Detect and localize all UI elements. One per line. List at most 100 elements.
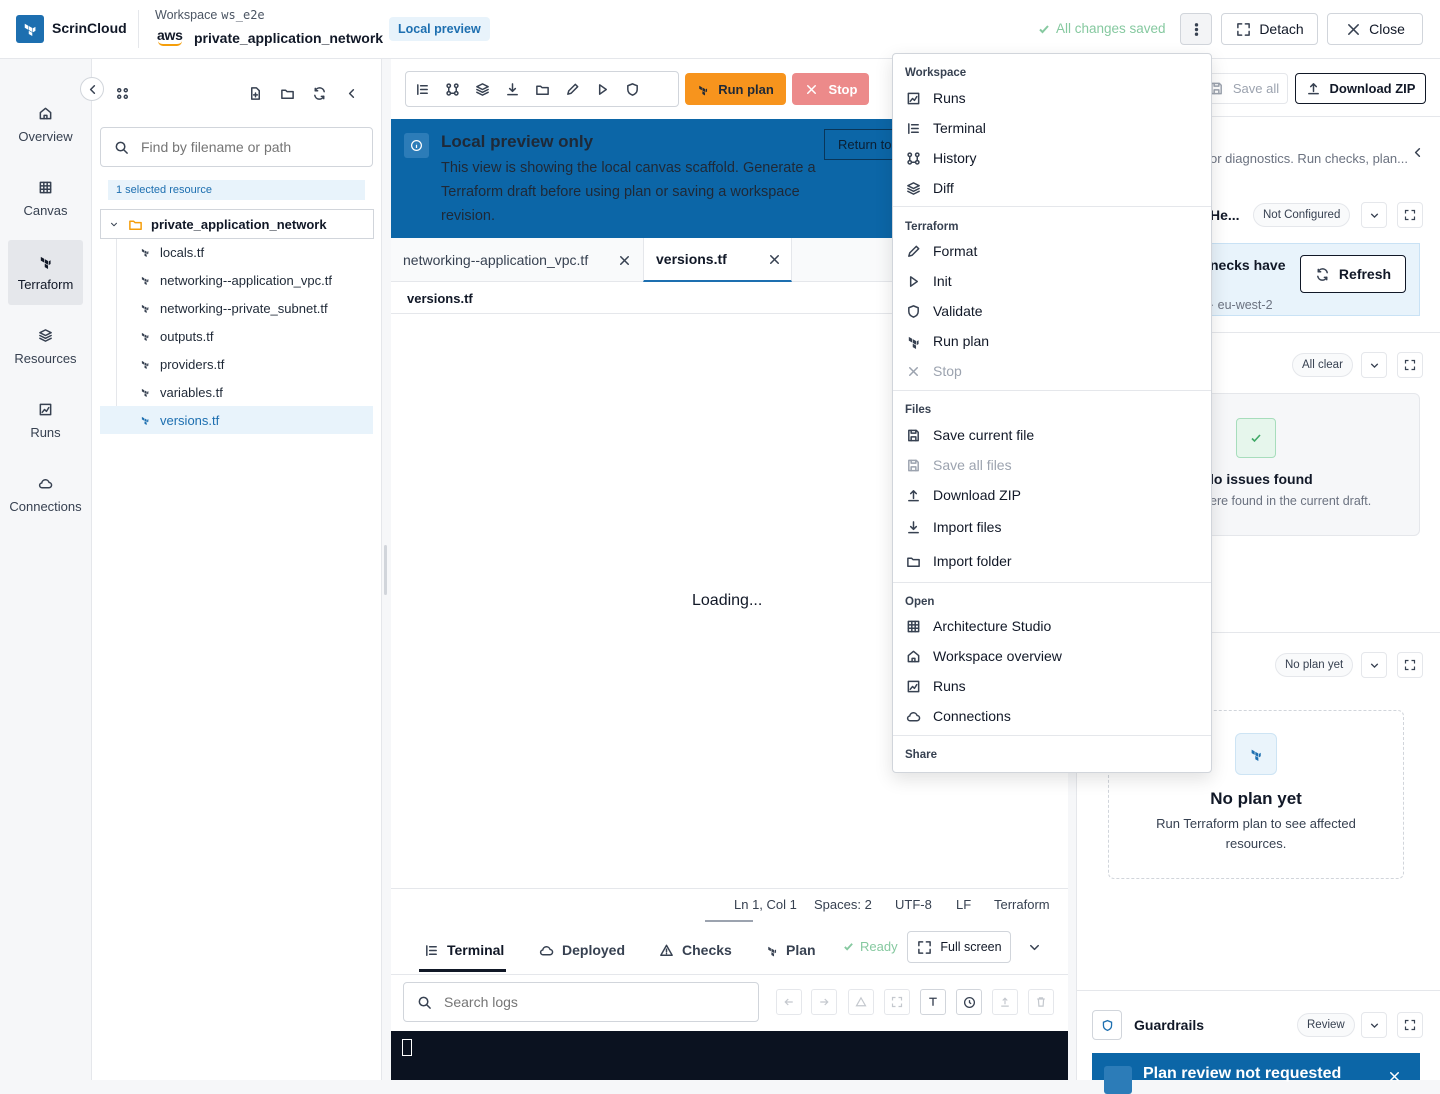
refresh-button[interactable]: Refresh (1300, 255, 1406, 293)
file-search-field[interactable] (100, 127, 373, 167)
menu-item-run-plan[interactable]: Run plan (905, 327, 1205, 355)
tab-networking-application-vpc[interactable]: networking--application_vpc.tf (391, 238, 643, 282)
menu-item-init[interactable]: Init (905, 267, 1205, 295)
download-zip-button[interactable]: Download ZIP (1295, 73, 1426, 104)
menu-item-import-files[interactable]: Import files (905, 513, 1205, 541)
new-folder-icon[interactable] (279, 85, 295, 101)
file-search-input[interactable] (141, 139, 341, 155)
file-item[interactable]: variables.tf (140, 378, 223, 406)
refresh-icon[interactable] (311, 85, 327, 101)
folder-icon[interactable] (534, 81, 550, 97)
file-item[interactable]: networking--application_vpc.tf (140, 266, 332, 294)
nav-item-terraform[interactable]: Terraform (8, 240, 83, 305)
panel-resize-handle[interactable] (384, 545, 387, 595)
trash-icon[interactable] (1028, 989, 1054, 1015)
nav-item-canvas[interactable]: Canvas (8, 166, 83, 231)
close-button[interactable]: Close (1327, 13, 1423, 45)
nav-item-overview[interactable]: Overview (8, 92, 83, 157)
close-icon[interactable] (616, 252, 632, 268)
menu-item-connections[interactable]: Connections (905, 702, 1205, 730)
file-name: outputs.tf (160, 328, 214, 344)
chevron-down-icon[interactable] (1361, 202, 1387, 228)
terminal-icon[interactable] (414, 81, 430, 97)
file-item[interactable]: networking--private_subnet.tf (140, 294, 328, 322)
arrow-left-icon[interactable] (776, 989, 802, 1015)
menu-item-architecture-studio[interactable]: Architecture Studio (905, 612, 1205, 640)
collapse-nav-button[interactable] (80, 77, 104, 101)
chevron-down-icon[interactable] (1361, 1012, 1387, 1038)
file-item[interactable]: outputs.tf (140, 322, 213, 350)
detach-button[interactable]: Detach (1221, 13, 1318, 45)
menu-item-runs[interactable]: Runs (905, 672, 1205, 700)
menu-item-download-zip[interactable]: Download ZIP (905, 481, 1205, 509)
apps-icon[interactable] (114, 85, 130, 101)
save-all-button[interactable]: Save all (1200, 73, 1288, 104)
tree-root-folder[interactable]: private_application_network (100, 209, 374, 239)
tab-checks[interactable]: Checks (658, 942, 732, 958)
expand-icon[interactable] (1397, 352, 1423, 378)
close-icon[interactable] (1386, 1068, 1402, 1084)
chevron-left-icon[interactable] (1409, 144, 1425, 160)
menu-item-runs[interactable]: Runs (905, 84, 1205, 112)
play-icon[interactable] (594, 81, 610, 97)
expand-icon[interactable] (1397, 1012, 1423, 1038)
no-plan-subtitle: Run Terraform plan to see affected resou… (1156, 816, 1356, 851)
file-item[interactable]: locals.tf (140, 238, 204, 266)
expand-icon[interactable] (1397, 652, 1423, 678)
new-file-icon[interactable] (247, 85, 263, 101)
layers-icon (905, 180, 921, 196)
tab-terminal[interactable]: Terminal (423, 942, 504, 958)
download-icon[interactable] (504, 81, 520, 97)
layers-icon[interactable] (474, 81, 490, 97)
indent-setting[interactable]: Spaces: 2 (814, 897, 872, 912)
tab-label: Terminal (447, 942, 505, 958)
log-search-field[interactable] (403, 982, 759, 1022)
nav-item-runs[interactable]: Runs (8, 388, 83, 453)
menu-item-diff[interactable]: Diff (905, 174, 1205, 202)
line-ending[interactable]: LF (956, 897, 971, 912)
terminal-output[interactable] (391, 1031, 1068, 1080)
nav-item-resources[interactable]: Resources (8, 314, 83, 379)
nav-item-connections[interactable]: Connections (8, 462, 83, 527)
language-mode[interactable]: Terraform (994, 897, 1050, 912)
pen-icon[interactable] (564, 81, 580, 97)
menu-item-save-current-file[interactable]: Save current file (905, 421, 1205, 449)
chevron-down-icon[interactable] (1026, 939, 1042, 955)
menu-item-import-folder[interactable]: Import folder (905, 547, 1205, 575)
chevron-down-icon[interactable] (1361, 352, 1387, 378)
menu-item-validate[interactable]: Validate (905, 297, 1205, 325)
text-wrap-icon[interactable] (920, 989, 946, 1015)
clock-icon[interactable] (956, 989, 982, 1015)
expand-icon[interactable] (884, 989, 910, 1015)
tab-versions[interactable]: versions.tf (643, 238, 792, 282)
menu-item-terminal[interactable]: Terminal (905, 114, 1205, 142)
chevron-down-icon[interactable] (1361, 652, 1387, 678)
arrow-right-icon[interactable] (811, 989, 837, 1015)
close-icon[interactable] (766, 251, 782, 267)
full-screen-button[interactable]: Full screen (907, 931, 1011, 963)
tab-deployed[interactable]: Deployed (538, 942, 625, 958)
collapse-panel-icon[interactable] (343, 85, 359, 101)
shield-icon[interactable] (624, 81, 640, 97)
menu-item-save-all-files[interactable]: Save all files (905, 451, 1205, 479)
file-item[interactable]: versions.tf (100, 406, 373, 434)
log-search-input[interactable] (444, 994, 724, 1010)
menu-item-format[interactable]: Format (905, 237, 1205, 265)
file-item[interactable]: providers.tf (140, 350, 224, 378)
save-status: All changes saved (1038, 21, 1166, 36)
menu-item-workspace-overview[interactable]: Workspace overview (905, 642, 1205, 670)
run-plan-button[interactable]: Run plan (685, 73, 786, 105)
upload-icon[interactable] (992, 989, 1018, 1015)
warning-icon[interactable] (848, 989, 874, 1015)
more-options-button[interactable] (1180, 13, 1212, 45)
menu-item-stop[interactable]: Stop (905, 357, 1205, 385)
stop-button[interactable]: Stop (792, 73, 869, 105)
brand-logo-icon[interactable] (16, 15, 44, 43)
expand-icon[interactable] (1397, 202, 1423, 228)
encoding[interactable]: UTF-8 (895, 897, 932, 912)
history-icon[interactable] (444, 81, 460, 97)
cursor-position[interactable]: Ln 1, Col 1 (734, 897, 797, 912)
tab-plan[interactable]: Plan (766, 942, 816, 958)
menu-item-history[interactable]: History (905, 144, 1205, 172)
return-button[interactable]: Return to (824, 129, 894, 160)
